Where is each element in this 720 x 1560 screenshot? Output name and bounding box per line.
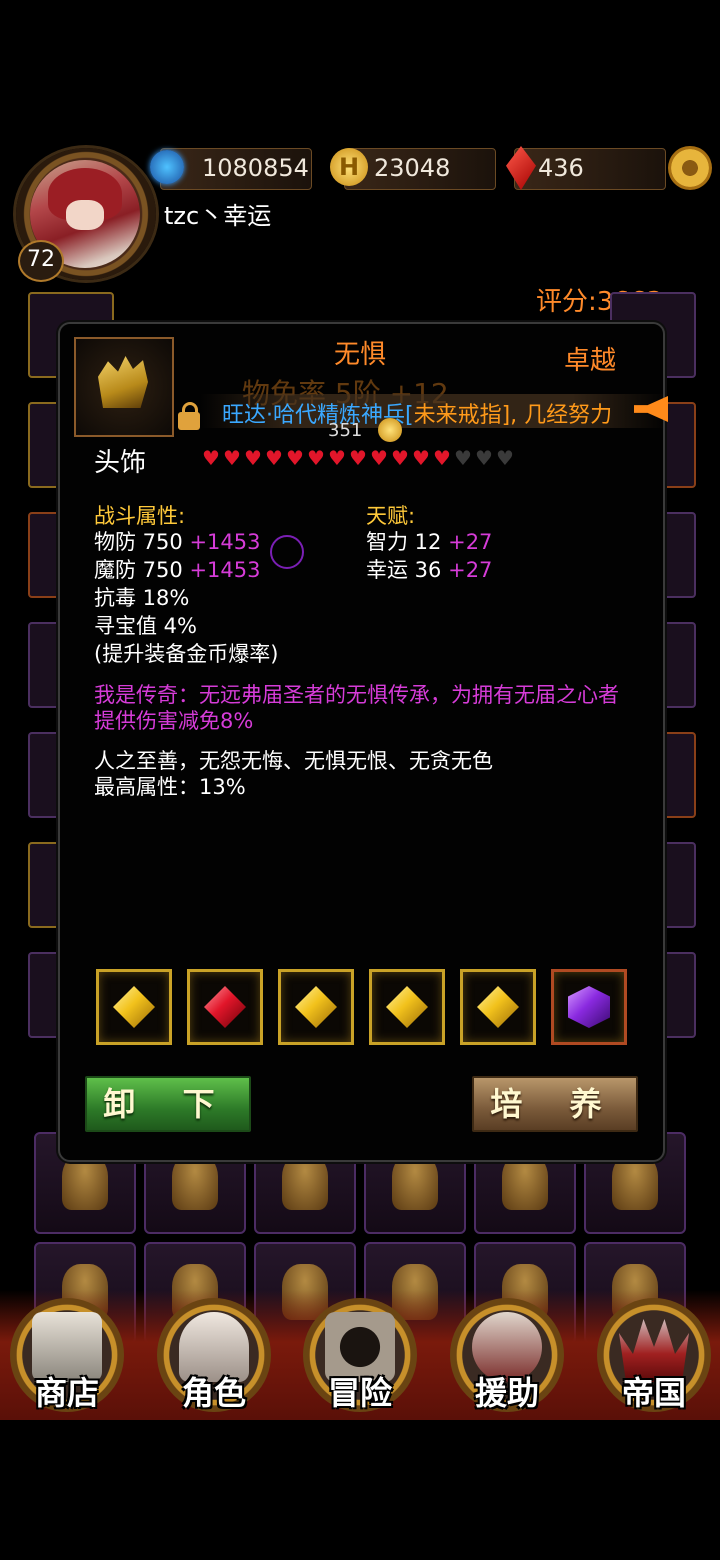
item-slot-label: 头饰 (94, 448, 147, 478)
nav-label: 帝国 (621, 1374, 686, 1412)
stat-line: 魔防 750 +1453 (94, 556, 278, 584)
nav-character[interactable]: 角色 (157, 1298, 271, 1412)
power-icon (150, 150, 184, 184)
gem-socket[interactable] (187, 969, 263, 1045)
stat-bonus: +27 (448, 558, 493, 582)
stat-line: 物防 750 +1453 (94, 528, 278, 556)
sell-price: 351 (328, 420, 363, 441)
stat-line: 智力 12 +27 (366, 528, 492, 556)
stat-bonus: +27 (448, 530, 493, 554)
gem-socket[interactable] (369, 969, 445, 1045)
heart-full-icon: ♥ (244, 446, 262, 470)
heart-full-icon: ♥ (223, 446, 241, 470)
heart-empty-icon: ♥ (496, 446, 514, 470)
heart-full-icon: ♥ (349, 446, 367, 470)
gem-icon (113, 986, 155, 1028)
circle-marker (270, 535, 304, 569)
stat-line: (提升装备金币爆率) (94, 640, 278, 668)
gold-value: 23048 (374, 154, 451, 182)
item-name: 无惧 (333, 340, 386, 370)
power-value: 1080854 (202, 154, 309, 182)
heart-full-icon: ♥ (412, 446, 430, 470)
flavor-line: 人之至善，无怨无悔、无惧无恨、无贪无色 (94, 749, 493, 773)
heart-full-icon: ♥ (328, 446, 346, 470)
gem-socket[interactable] (96, 969, 172, 1045)
player-name: tzc丶幸运 (164, 202, 272, 230)
gem-value: 436 (538, 154, 584, 182)
stat-label: (提升装备金币爆率) (94, 642, 279, 666)
nav-empire[interactable]: 帝国 (597, 1298, 711, 1412)
gem-pill (514, 148, 666, 190)
stat-line: 抗毒 18% (94, 584, 278, 612)
announcement-marquee: 旺达·哈代精炼神兵[未来戒指], 几经努力 (222, 397, 612, 429)
stat-line: 幸运 36 +27 (366, 556, 492, 584)
heart-full-icon: ♥ (370, 446, 388, 470)
gem-socket[interactable] (460, 969, 536, 1045)
nav-assist[interactable]: 援助 (450, 1298, 564, 1412)
stat-label: 物防 750 (94, 530, 183, 554)
unequip-button[interactable]: 卸 下 (85, 1076, 251, 1132)
flavor-text: 人之至善，无怨无悔、无惧无恨、无贪无色 最高属性：13% (94, 748, 634, 800)
star-rating-hearts: ♥ ♥ ♥ ♥ ♥ ♥ ♥ ♥ ♥ ♥ ♥ ♥ ♥ ♥ ♥ (202, 448, 516, 468)
stat-bonus: +1453 (189, 558, 261, 582)
combat-stats-list: 物防 750 +1453 魔防 750 +1453 抗毒 18% 寻宝值 4% (提升装… (94, 528, 278, 668)
nav-shop[interactable]: 商店 (10, 1298, 124, 1412)
gem-icon (568, 986, 610, 1028)
stat-label: 幸运 36 (366, 558, 442, 582)
heart-full-icon: ♥ (265, 446, 283, 470)
nav-label: 援助 (474, 1374, 539, 1412)
train-button[interactable]: 培 养 (472, 1076, 638, 1132)
heart-full-icon: ♥ (307, 446, 325, 470)
nav-label: 冒险 (327, 1374, 392, 1412)
stat-label: 智力 12 (366, 530, 442, 554)
nav-label: 角色 (181, 1374, 246, 1412)
heart-full-icon: ♥ (433, 446, 451, 470)
heart-full-icon: ♥ (202, 446, 220, 470)
stat-bonus: +1453 (189, 530, 261, 554)
max-attribute-line: 最高属性：13% (94, 775, 246, 799)
heart-full-icon: ♥ (286, 446, 304, 470)
stat-label: 抗毒 18% (94, 586, 190, 610)
talent-title: 天赋: (366, 504, 416, 528)
combat-stats-title: 战斗属性: (94, 504, 186, 528)
heart-full-icon: ♥ (391, 446, 409, 470)
stat-line: 寻宝值 4% (94, 612, 278, 640)
announcement-item: 未来戒指 (413, 403, 502, 428)
heart-empty-icon: ♥ (454, 446, 472, 470)
coin-icon (378, 418, 402, 442)
talent-list: 智力 12 +27 幸运 36 +27 (366, 528, 492, 584)
heart-empty-icon: ♥ (475, 446, 493, 470)
gold-coin-icon: H (330, 148, 368, 186)
settings-gear-icon[interactable] (668, 146, 712, 190)
legend-effect-text: 我是传奇：无远弗届圣者的无惧传承，为拥有无届之心者提供伤害减免8% (94, 683, 619, 733)
nav-label: 商店 (34, 1374, 99, 1412)
gem-icon (295, 986, 337, 1028)
nav-adventure[interactable]: 冒险 (303, 1298, 417, 1412)
announcement-text-end: ], 几经努力 (501, 403, 613, 428)
level-badge: 72 (18, 240, 64, 282)
lock-icon[interactable] (178, 402, 200, 430)
stat-label: 魔防 750 (94, 558, 183, 582)
stat-label: 寻宝值 4% (94, 614, 197, 638)
gem-socket[interactable] (278, 969, 354, 1045)
item-quality: 卓越 (564, 346, 617, 376)
gem-socket[interactable] (551, 969, 627, 1045)
gem-icon (386, 986, 428, 1028)
gem-icon (477, 986, 519, 1028)
gem-icon (204, 986, 246, 1028)
